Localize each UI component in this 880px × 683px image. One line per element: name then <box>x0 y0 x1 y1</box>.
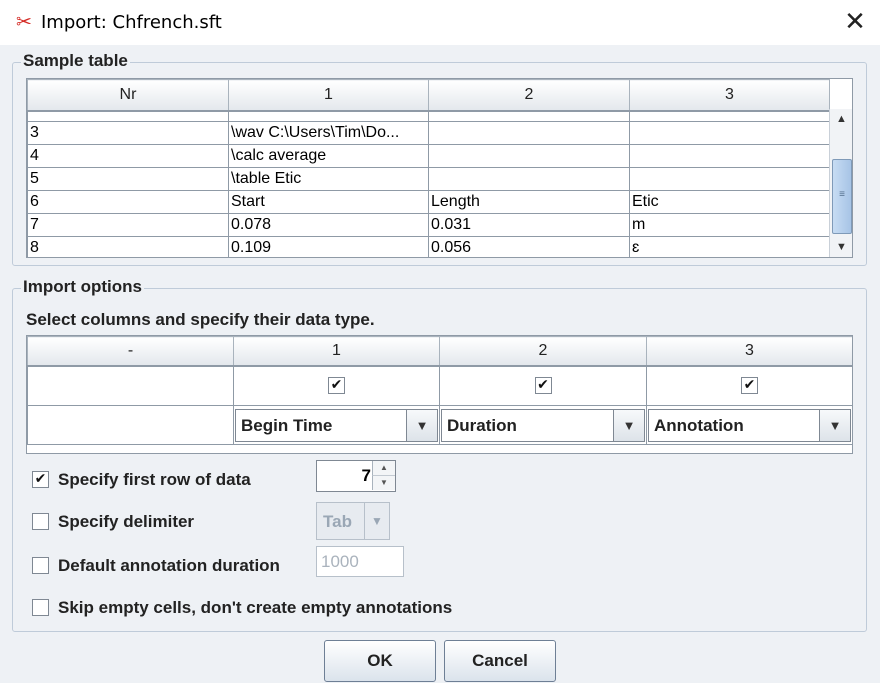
sample-table-title: Sample table <box>21 51 130 71</box>
sample-header-2[interactable]: 2 <box>428 79 630 112</box>
skip-empty-label: Skip empty cells, don't create empty ann… <box>58 598 453 617</box>
table-cell[interactable]: 0.078 <box>228 213 429 237</box>
default-duration-value: 1000 <box>321 552 359 571</box>
sample-table-view[interactable]: Nr 1 2 3 3 \wav C:\Users\Tim\Do... 4 \ca… <box>26 78 853 258</box>
table-cell[interactable] <box>629 121 830 145</box>
table-cell[interactable]: 6 <box>27 190 229 214</box>
column-2-type-select[interactable]: Duration ▼ <box>441 408 645 442</box>
scroll-down-arrow-icon[interactable]: ▼ <box>830 237 852 257</box>
cancel-button[interactable]: Cancel <box>444 640 556 682</box>
columns-header-2: 2 <box>439 336 647 367</box>
table-row[interactable]: 6 Start Length Etic <box>27 190 830 214</box>
column-1-type-value: Begin Time <box>241 415 333 435</box>
table-cell[interactable]: Length <box>428 190 630 214</box>
table-cell[interactable]: Start <box>228 190 429 214</box>
first-row-checkbox[interactable]: ✔ <box>32 471 49 488</box>
empty-cell <box>27 365 234 406</box>
table-cell[interactable] <box>428 167 630 191</box>
table-cell[interactable] <box>428 121 630 145</box>
sample-header-3[interactable]: 3 <box>629 79 830 112</box>
default-duration-checkbox[interactable] <box>32 557 49 574</box>
columns-hint: Select columns and specify their data ty… <box>26 310 375 329</box>
skip-empty-checkbox[interactable] <box>32 599 49 616</box>
chevron-down-icon[interactable]: ▼ <box>613 409 644 441</box>
table-cell[interactable]: \calc average <box>228 144 429 168</box>
table-cell[interactable]: \table Etic <box>228 167 429 191</box>
table-cell[interactable] <box>629 144 830 168</box>
table-cell[interactable]: 5 <box>27 167 229 191</box>
column-3-type-value: Annotation <box>654 415 744 435</box>
table-cell[interactable] <box>629 167 830 191</box>
table-row[interactable]: 4 \calc average <box>27 144 830 168</box>
chevron-down-icon[interactable]: ▼ <box>364 503 389 539</box>
delimiter-select[interactable]: Tab ▼ <box>316 502 390 540</box>
column-2-include-checkbox[interactable]: ✔ <box>534 377 552 395</box>
chevron-down-icon[interactable]: ▼ <box>819 409 850 441</box>
table-cell[interactable]: Etic <box>629 190 830 214</box>
first-row-value[interactable]: 7 <box>362 466 371 486</box>
sample-table: Nr 1 2 3 3 \wav C:\Users\Tim\Do... 4 \ca… <box>27 79 830 257</box>
spinner-up-icon[interactable]: ▲ <box>372 461 395 476</box>
app-icon: ✂ <box>16 11 32 33</box>
column-1-include-checkbox[interactable]: ✔ <box>328 377 345 395</box>
table-row[interactable] <box>27 110 830 122</box>
table-cell[interactable]: 7 <box>27 213 229 237</box>
table-cell[interactable]: 0.056 <box>428 236 630 257</box>
table-cell[interactable]: ɛ <box>629 236 830 257</box>
table-row[interactable]: 3 \wav C:\Users\Tim\Do... <box>27 121 830 145</box>
column-3-include-checkbox[interactable]: ✔ <box>741 377 758 395</box>
delimiter-label: Specify delimiter <box>58 512 195 531</box>
chevron-down-icon[interactable]: ▼ <box>406 409 437 441</box>
delimiter-checkbox[interactable] <box>32 513 49 530</box>
empty-cell <box>27 405 234 445</box>
sample-header-1[interactable]: 1 <box>228 79 429 112</box>
table-cell[interactable]: 4 <box>27 144 229 168</box>
table-cell[interactable]: \wav C:\Users\Tim\Do... <box>228 121 429 145</box>
default-duration-label: Default annotation duration <box>58 556 280 575</box>
columns-header-1: 1 <box>233 336 440 367</box>
first-row-label: Specify first row of data <box>58 470 251 489</box>
table-cell[interactable]: 0.031 <box>428 213 630 237</box>
close-icon[interactable]: ✕ <box>840 8 870 38</box>
scrollbar-thumb[interactable]: ≡ <box>832 159 852 234</box>
column-1-type-select[interactable]: Begin Time ▼ <box>235 408 438 442</box>
table-row[interactable]: 8 0.109 0.056 ɛ <box>27 236 830 257</box>
column-2-type-value: Duration <box>447 415 517 435</box>
delimiter-value: Tab <box>323 512 352 531</box>
column-types-table: - 1 2 3 ✔ ✔ ✔ Begin Time ▼ Duration ▼ An… <box>27 336 852 445</box>
columns-header-dash: - <box>27 336 234 367</box>
title-bar: ✂ Import: Chfrench.sft ✕ <box>0 0 880 45</box>
sample-header-nr[interactable]: Nr <box>27 79 229 112</box>
table-cell[interactable]: m <box>629 213 830 237</box>
default-duration-field[interactable]: 1000 <box>316 546 404 577</box>
column-3-type-select[interactable]: Annotation ▼ <box>648 408 851 442</box>
table-cell[interactable]: 3 <box>27 121 229 145</box>
ok-button[interactable]: OK <box>324 640 436 682</box>
column-types-table-view: - 1 2 3 ✔ ✔ ✔ Begin Time ▼ Duration ▼ An… <box>26 335 853 454</box>
sample-vertical-scrollbar[interactable]: ▲ ≡ ▼ <box>829 109 852 257</box>
window-title: Import: Chfrench.sft <box>41 12 222 33</box>
table-row[interactable]: 7 0.078 0.031 m <box>27 213 830 237</box>
scroll-up-arrow-icon[interactable]: ▲ <box>830 109 852 129</box>
table-cell[interactable]: 0.109 <box>228 236 429 257</box>
import-options-title: Import options <box>21 277 144 297</box>
table-cell[interactable] <box>428 144 630 168</box>
spinner-down-icon[interactable]: ▼ <box>372 476 395 490</box>
columns-header-3: 3 <box>646 336 852 367</box>
table-cell[interactable]: 8 <box>27 236 229 257</box>
table-row[interactable]: 5 \table Etic <box>27 167 830 191</box>
first-row-spinner[interactable]: 7 ▲ ▼ <box>316 460 396 492</box>
